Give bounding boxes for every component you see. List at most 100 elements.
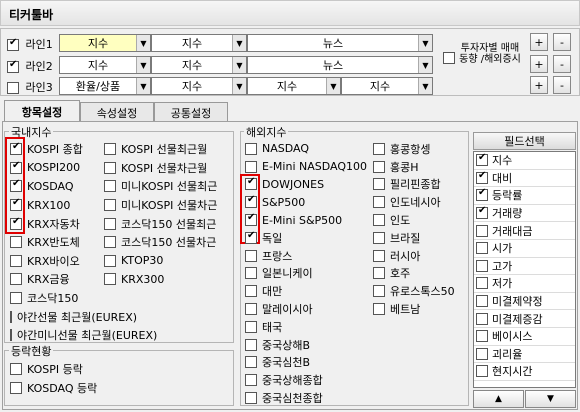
checkbox-item[interactable]: KOSDAQ xyxy=(10,177,105,196)
checkbox[interactable] xyxy=(10,329,12,342)
checkbox-item[interactable]: KTOP30 xyxy=(104,252,234,271)
checkbox-item[interactable]: 괴리율 xyxy=(474,346,575,364)
checkbox-item[interactable]: 거래량 xyxy=(474,205,575,223)
line1-add-button[interactable]: + xyxy=(530,33,548,51)
checkbox[interactable] xyxy=(373,160,385,173)
checkbox-item[interactable]: KRX바이오 xyxy=(10,252,105,271)
checkbox-item[interactable]: 거래대금 xyxy=(474,222,575,240)
move-up-button[interactable]: ▲ xyxy=(473,390,524,408)
checkbox-item[interactable]: 미니KOSPI 선물최근 xyxy=(104,177,234,196)
checkbox[interactable] xyxy=(373,285,385,298)
checkbox[interactable] xyxy=(245,160,257,173)
checkbox-item[interactable]: 일본니케이 xyxy=(245,265,373,283)
checkbox[interactable] xyxy=(245,392,257,405)
line3-remove-button[interactable]: - xyxy=(553,76,571,94)
checkbox-item[interactable]: DOWJONES xyxy=(245,176,373,194)
checkbox[interactable] xyxy=(373,267,385,280)
checkbox[interactable] xyxy=(476,330,488,343)
checkbox-item[interactable]: KOSDAQ 등락 xyxy=(10,378,210,397)
checkbox-item[interactable]: 미결제약정 xyxy=(474,293,575,311)
checkbox[interactable] xyxy=(476,347,488,360)
checkbox[interactable] xyxy=(245,374,257,387)
checkbox-item[interactable]: 러시아 xyxy=(373,247,468,265)
checkbox[interactable] xyxy=(10,273,22,286)
checkbox[interactable] xyxy=(245,338,257,351)
checkbox-item[interactable]: 미니KOSPI 선물차근 xyxy=(104,196,234,215)
checkbox-item[interactable]: 인도네시아 xyxy=(373,193,468,211)
checkbox[interactable] xyxy=(104,143,116,156)
checkbox[interactable] xyxy=(10,292,22,305)
line1-combo3[interactable]: 뉴스 ▼ xyxy=(247,34,433,52)
checkbox[interactable] xyxy=(10,381,22,394)
checkbox[interactable] xyxy=(104,254,116,267)
checkbox-item[interactable]: KOSPI200 xyxy=(10,159,105,178)
checkbox-item[interactable]: KOSPI 종합 xyxy=(10,140,105,159)
checkbox[interactable] xyxy=(245,267,257,280)
checkbox[interactable] xyxy=(104,180,116,193)
investor-checkbox[interactable] xyxy=(443,51,455,64)
checkbox-item[interactable]: 등락률 xyxy=(474,187,575,205)
checkbox[interactable] xyxy=(476,277,488,290)
checkbox-item[interactable]: S&P500 xyxy=(245,193,373,211)
checkbox-item[interactable]: 베트남 xyxy=(373,300,468,318)
checkbox-item[interactable]: 시가 xyxy=(474,240,575,258)
checkbox[interactable] xyxy=(10,236,22,249)
checkbox[interactable] xyxy=(476,224,488,237)
checkbox[interactable] xyxy=(10,254,22,267)
checkbox-item[interactable]: KOSPI 선물최근월 xyxy=(104,140,234,159)
checkbox[interactable] xyxy=(245,230,257,244)
checkbox-item[interactable]: 유로스톡스50 xyxy=(373,282,468,300)
checkbox[interactable] xyxy=(245,356,257,369)
checkbox-item[interactable]: 브라질 xyxy=(373,229,468,247)
checkbox[interactable] xyxy=(245,176,257,191)
checkbox[interactable] xyxy=(245,285,257,298)
line1-remove-button[interactable]: - xyxy=(553,33,571,51)
checkbox[interactable] xyxy=(476,259,488,272)
checkbox-item[interactable]: KOSPI 선물차근월 xyxy=(104,159,234,178)
line2-remove-button[interactable]: - xyxy=(553,55,571,73)
line1-checkbox[interactable] xyxy=(7,37,19,51)
line3-combo2[interactable]: 지수 ▼ xyxy=(151,77,247,95)
line3-combo1[interactable]: 환율/상품 ▼ xyxy=(59,77,151,95)
checkbox[interactable] xyxy=(373,196,385,209)
checkbox-item[interactable]: 지수 xyxy=(474,152,575,170)
checkbox-item[interactable]: 대비 xyxy=(474,170,575,188)
checkbox[interactable] xyxy=(10,216,22,230)
line2-combo2[interactable]: 지수 ▼ xyxy=(151,56,247,74)
checkbox-item[interactable]: 말레이시아 xyxy=(245,300,373,318)
checkbox-item[interactable]: 태국 xyxy=(245,318,373,336)
checkbox-item[interactable]: 홍콩항셍 xyxy=(373,140,468,158)
checkbox-item[interactable]: 베이시스 xyxy=(474,328,575,346)
checkbox-item[interactable]: E-Mini S&P500 xyxy=(245,211,373,229)
checkbox-item[interactable]: KRX100 xyxy=(10,196,105,215)
checkbox[interactable] xyxy=(373,231,385,244)
checkbox-item[interactable]: 중국심천B xyxy=(245,354,373,372)
checkbox-item[interactable]: 야간미니선물 최근월(EUREX) xyxy=(10,326,157,345)
line3-combo4[interactable]: 지수 ▼ xyxy=(341,77,433,95)
checkbox[interactable] xyxy=(245,212,257,227)
checkbox[interactable] xyxy=(104,236,116,249)
checkbox[interactable] xyxy=(104,273,116,286)
checkbox[interactable] xyxy=(10,197,22,212)
checkbox[interactable] xyxy=(476,205,488,220)
checkbox-item[interactable]: 고가 xyxy=(474,258,575,276)
checkbox-item[interactable]: NASDAQ xyxy=(245,140,373,158)
checkbox[interactable] xyxy=(10,362,22,375)
checkbox-item[interactable]: 코스닥150 선물최근 xyxy=(104,214,234,233)
checkbox-item[interactable]: 프랑스 xyxy=(245,247,373,265)
checkbox[interactable] xyxy=(104,161,116,174)
checkbox[interactable] xyxy=(476,365,488,378)
checkbox-item[interactable]: 코스닥150 선물차근 xyxy=(104,233,234,252)
checkbox-item[interactable]: 저가 xyxy=(474,275,575,293)
checkbox[interactable] xyxy=(476,170,488,184)
line2-add-button[interactable]: + xyxy=(530,55,548,73)
line2-checkbox[interactable] xyxy=(7,59,19,73)
checkbox[interactable] xyxy=(476,295,488,308)
checkbox-item[interactable]: 인도 xyxy=(373,211,468,229)
checkbox[interactable] xyxy=(10,178,22,193)
checkbox[interactable] xyxy=(104,199,116,212)
checkbox-item[interactable]: KRX300 xyxy=(104,270,234,289)
checkbox[interactable] xyxy=(373,249,385,262)
checkbox-item[interactable]: 독일 xyxy=(245,229,373,247)
checkbox[interactable] xyxy=(10,160,22,174)
